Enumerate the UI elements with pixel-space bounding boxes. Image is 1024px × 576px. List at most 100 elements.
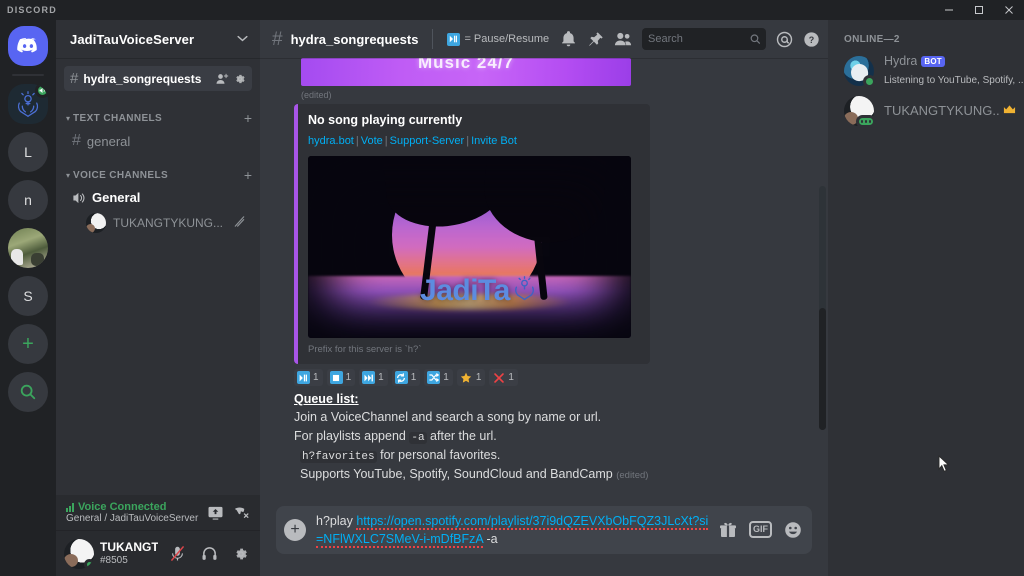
server-header[interactable]: JadiTauVoiceServer — [56, 20, 260, 58]
rail-divider — [12, 74, 44, 76]
maximize-icon[interactable] — [964, 0, 994, 20]
reaction-shuffle[interactable]: 1 — [424, 369, 453, 386]
sidebar-item-general-text[interactable]: # general — [64, 129, 252, 153]
search-icon — [19, 383, 37, 401]
chat-area: # hydra_songrequests = Pause/Resume a so… — [260, 20, 828, 576]
channel-topic[interactable]: = Pause/Resume a song = Stop and empty t… — [447, 33, 552, 46]
server-rail: L n S + — [0, 20, 56, 576]
microphone-muted-icon[interactable] — [164, 541, 190, 567]
avatar — [844, 96, 874, 126]
composer-link: https://open.spotify.com/playlist/37i9dQ… — [316, 514, 708, 548]
link-vote[interactable]: Vote — [361, 135, 383, 147]
message-composer[interactable]: + h?play https://open.spotify.com/playli… — [276, 506, 812, 554]
mention-icon[interactable] — [776, 31, 793, 48]
reaction-loop[interactable]: 1 — [392, 369, 421, 386]
voice-channel-member[interactable]: TUKANGTYKUNG... — [80, 211, 252, 235]
emoji-icon[interactable] — [784, 521, 802, 539]
queue-line-1: Join a VoiceChannel and search a song by… — [294, 408, 804, 427]
create-text-channel-icon[interactable]: + — [244, 111, 252, 125]
composer-actions: GIF — [719, 521, 802, 539]
reaction-count: 1 — [313, 372, 319, 383]
link-separator: | — [466, 135, 469, 147]
sidebar-item-general-voice[interactable]: General — [64, 186, 252, 209]
avatar — [844, 56, 874, 86]
status-playing-indicator — [856, 115, 877, 128]
message-list[interactable]: Music 24/7 (edited) No song playing curr… — [260, 58, 828, 506]
composer-suffix: -a — [483, 532, 498, 546]
guild-s[interactable]: S — [8, 276, 48, 316]
headphones-icon[interactable] — [196, 541, 222, 567]
gift-icon[interactable] — [719, 521, 737, 539]
sidebar-channel-label: hydra_songrequests — [83, 72, 211, 86]
shuffle-icon — [427, 371, 440, 384]
search-input[interactable] — [648, 33, 746, 45]
bell-icon[interactable] — [560, 31, 577, 48]
header-actions: ? — [560, 28, 820, 50]
channel-settings-gear-icon[interactable] — [234, 73, 246, 85]
embed-thumbnail-image[interactable]: JadiTa — [308, 156, 631, 338]
invite-member-icon[interactable] — [216, 73, 229, 85]
plus-circle-icon[interactable]: + — [284, 519, 306, 541]
reaction-count: 1 — [508, 372, 514, 383]
members-icon[interactable] — [614, 31, 632, 47]
guild-n[interactable]: n — [8, 180, 48, 220]
gear-icon[interactable] — [228, 541, 254, 567]
scrollbar-thumb[interactable] — [819, 308, 826, 430]
window-controls — [934, 0, 1024, 20]
voice-status-row: Voice Connected — [66, 501, 200, 513]
minimize-icon[interactable] — [934, 0, 964, 20]
member-name-row: Hydra BOT — [884, 54, 1016, 69]
member-name-row: TUKANGTYKUNG... — [884, 103, 1016, 119]
link-support-server[interactable]: Support-Server — [390, 135, 465, 147]
gif-button[interactable]: GIF — [749, 521, 772, 538]
status-online-indicator — [84, 559, 94, 569]
add-server-button[interactable]: + — [8, 324, 48, 364]
member-row-hydra[interactable]: Hydra BOT Listening to YouTube, Spotify,… — [828, 51, 1024, 91]
explore-servers-button[interactable] — [8, 372, 48, 412]
loop-icon — [395, 371, 408, 384]
banner-text: Music 24/7 — [418, 58, 514, 73]
message-edited-tag: (edited) — [301, 90, 804, 100]
jaditau-watermark: JadiTa — [420, 274, 538, 308]
member-list: ONLINE—2 Hydra BOT Listening to YouTube,… — [828, 20, 1024, 576]
sidebar-item-hydra-songrequests[interactable]: # hydra_songrequests — [64, 66, 252, 91]
user-identity: TUKANGT... #8505 — [100, 541, 158, 566]
pause-resume-icon — [297, 371, 310, 384]
chevron-down-icon — [237, 33, 248, 45]
category-text-channels[interactable]: ▾ TEXT CHANNELS + — [56, 97, 260, 128]
disconnect-call-icon[interactable] — [230, 502, 252, 524]
guild-l[interactable]: L — [8, 132, 48, 172]
create-voice-channel-icon[interactable]: + — [244, 168, 252, 182]
queue-line-3: h?favorites for personal favorites. — [294, 446, 804, 465]
reaction-stop[interactable]: 1 — [327, 369, 356, 386]
queue-edited-tag: (edited) — [616, 470, 648, 481]
reaction-cross[interactable]: 1 — [489, 369, 518, 386]
member-row-tukangtykung[interactable]: TUKANGTYKUNG... — [828, 93, 1024, 129]
crown-icon — [1003, 104, 1016, 118]
discord-window: DISCORD — [0, 0, 1024, 576]
category-voice-channels[interactable]: ▾ VOICE CHANNELS + — [56, 154, 260, 185]
reaction-skip[interactable]: 1 — [359, 369, 388, 386]
queue-line-4-text: Supports YouTube, Spotify, SoundCloud an… — [300, 467, 613, 481]
message-scrollbar[interactable] — [819, 186, 826, 430]
home-discord-icon[interactable] — [8, 26, 48, 66]
reaction-pause-resume[interactable]: 1 — [294, 369, 323, 386]
guild-photo[interactable] — [8, 228, 48, 268]
pin-icon[interactable] — [587, 31, 604, 48]
avatar[interactable] — [64, 539, 94, 569]
message-input[interactable]: h?play https://open.spotify.com/playlist… — [316, 512, 709, 548]
link-separator: | — [385, 135, 388, 147]
link-invite-bot[interactable]: Invite Bot — [471, 135, 517, 147]
channel-header: # hydra_songrequests = Pause/Resume a so… — [260, 20, 828, 58]
link-hydra-bot[interactable]: hydra.bot — [308, 135, 354, 147]
close-icon[interactable] — [994, 0, 1024, 20]
screenshare-icon[interactable] — [204, 502, 226, 524]
search-box[interactable] — [642, 28, 766, 50]
signal-bars-icon — [66, 503, 74, 512]
bot-badge: BOT — [921, 56, 945, 67]
reaction-star[interactable]: 1 — [457, 369, 486, 386]
help-icon[interactable]: ? — [803, 31, 820, 48]
sidebar-item-jaditau-server[interactable] — [8, 84, 48, 124]
reaction-count: 1 — [378, 372, 384, 383]
member-info: Hydra BOT Listening to YouTube, Spotify,… — [884, 54, 1016, 88]
